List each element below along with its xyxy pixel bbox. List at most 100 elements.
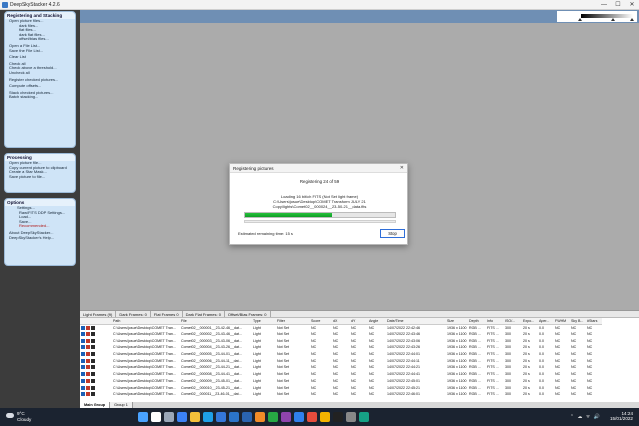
table-row[interactable]: C:\Users\josue\Desktop\COMET Tran... Come… <box>80 351 602 358</box>
maximize-button[interactable]: ☐ <box>611 0 625 10</box>
table-cell: 14/07/2022 22:43:06 <box>387 338 420 343</box>
stop-button[interactable]: Stop <box>380 229 405 238</box>
table-cell: NC <box>333 392 339 397</box>
table-cell: Comet02__000005__23-44-01__dat... <box>181 352 242 357</box>
row-check-cell[interactable] <box>80 344 112 351</box>
black-point-marker[interactable] <box>578 18 582 21</box>
app-window: DeepSkyStacker 4.2.6 — ☐ ✕ Registering a… <box>0 0 639 408</box>
table-cell: NC <box>571 385 577 390</box>
app-blue-icon[interactable] <box>294 412 304 422</box>
dialog-close-icon[interactable]: ✕ <box>400 165 404 171</box>
frame-type-icon <box>86 338 90 343</box>
registering-item-batch-stacking[interactable]: Batch stacking... <box>5 95 75 100</box>
frame-tab-1[interactable]: Dark Frames: 0 <box>116 311 151 317</box>
row-check-cell[interactable] <box>80 364 112 371</box>
row-check-cell[interactable] <box>80 384 112 391</box>
task-view-icon[interactable] <box>164 412 174 422</box>
histogram-adjuster[interactable] <box>557 11 637 22</box>
chrome-icon[interactable] <box>320 412 330 422</box>
mid-point-marker[interactable] <box>611 18 615 21</box>
table-row[interactable]: C:\Users\josue\Desktop\COMET Tran... Come… <box>80 357 602 364</box>
table-cell: C:\Users\josue\Desktop\COMET Tran... <box>113 345 176 350</box>
frame-tab-0[interactable]: Light Frames (9) <box>80 311 117 317</box>
app-orange-icon[interactable] <box>255 412 265 422</box>
app-black-icon[interactable] <box>333 412 343 422</box>
mail-icon[interactable] <box>229 412 239 422</box>
clock[interactable]: 14:24 15/01/2022 <box>610 411 633 421</box>
table-row[interactable]: C:\Users\josue\Desktop\COMET Tran... Come… <box>80 364 602 371</box>
options-item-deepskystacker-s-help[interactable]: DeepSkyStacker's Help... <box>5 235 75 241</box>
system-tray-icons[interactable]: ⌃ ☁ ᯤ 🔊 <box>570 414 601 420</box>
row-check-cell[interactable] <box>80 331 112 338</box>
checkbox-icon[interactable] <box>81 365 85 370</box>
table-row[interactable]: C:\Users\josue\Desktop\COMET Tran... Come… <box>80 384 602 391</box>
checkbox-icon[interactable] <box>81 332 85 337</box>
frame-type-icon <box>86 385 90 390</box>
minimize-button[interactable]: — <box>597 0 611 10</box>
frame-tab-4[interactable]: Offset/Bias Frames: 0 <box>225 311 271 317</box>
image-canvas[interactable] <box>80 10 639 310</box>
app-teal-icon[interactable] <box>359 412 369 422</box>
checkbox-icon[interactable] <box>81 345 85 350</box>
row-check-cell[interactable] <box>80 357 112 364</box>
checkbox-icon[interactable] <box>81 352 85 357</box>
table-row[interactable]: C:\Users\josue\Desktop\COMET Tran... Come… <box>80 344 602 351</box>
table-cell: NC <box>571 378 577 383</box>
table-row[interactable]: C:\Users\josue\Desktop\COMET Tran... Come… <box>80 324 602 331</box>
table-row[interactable]: C:\Users\josue\Desktop\COMET Tran... Come… <box>80 378 602 385</box>
store-icon[interactable] <box>216 412 226 422</box>
table-cell: Not Set <box>277 332 289 337</box>
table-cell: NC <box>571 332 577 337</box>
frames-table: Path File Type Filter Score dX dY Angle Date/Tim… <box>80 318 639 402</box>
frame-tab-2[interactable]: Flat Frames 0 <box>151 311 183 317</box>
table-cell: Comet02__000003__23-43-06__dat... <box>181 338 242 343</box>
checkbox-icon[interactable] <box>81 358 85 363</box>
table-cell: FITS ... <box>487 345 499 350</box>
row-check-cell[interactable] <box>80 337 112 344</box>
table-cell: C:\Users\josue\Desktop\COMET Tran... <box>113 392 176 397</box>
frame-type-icon <box>91 352 95 357</box>
checkbox-icon[interactable] <box>81 392 85 397</box>
table-cell: RGB ... <box>469 338 481 343</box>
table-cell: Comet02__000007__23-44-21__dat... <box>181 365 242 370</box>
checkbox-icon[interactable] <box>81 378 85 383</box>
frame-type-icon <box>91 372 95 377</box>
checkbox-icon[interactable] <box>81 372 85 377</box>
table-row[interactable]: C:\Users\josue\Desktop\COMET Tran... Come… <box>80 331 602 338</box>
row-check-cell[interactable] <box>80 324 112 331</box>
table-cell: RGB ... <box>469 372 481 377</box>
table-row[interactable]: C:\Users\josue\Desktop\COMET Tran... Come… <box>80 371 602 378</box>
row-check-cell[interactable] <box>80 378 112 385</box>
taskbar: 9°C Cloudy ⌃ ☁ ᯤ 🔊 14:24 15/01/2022 <box>0 408 639 426</box>
processing-panel: Processing Open picture file... Copy curr… <box>4 153 76 193</box>
widgets-icon[interactable] <box>177 412 187 422</box>
table-cell: 0.0 <box>539 358 544 363</box>
explorer-icon[interactable] <box>190 412 200 422</box>
search-icon[interactable] <box>151 412 161 422</box>
white-point-marker[interactable] <box>630 18 634 21</box>
frame-type-icon <box>86 325 90 330</box>
processing-item-save-picture-to-file[interactable]: Save picture to file... <box>5 174 75 180</box>
row-check-cell[interactable] <box>80 391 112 398</box>
app-purple-icon[interactable] <box>281 412 291 422</box>
table-cell: NC <box>333 332 339 337</box>
table-cell: RGB ... <box>469 345 481 350</box>
row-check-cell[interactable] <box>80 351 112 358</box>
frame-tab-3[interactable]: Dark Flat Frames: 0 <box>183 311 225 317</box>
start-icon[interactable] <box>138 412 148 422</box>
table-cell: NC <box>571 365 577 370</box>
checkbox-icon[interactable] <box>81 385 85 390</box>
app-gray-icon[interactable] <box>346 412 356 422</box>
progress-fill <box>245 213 332 217</box>
checkbox-icon[interactable] <box>81 338 85 343</box>
table-row[interactable]: C:\Users\josue\Desktop\COMET Tran... Come… <box>80 391 602 398</box>
checkbox-icon[interactable] <box>81 325 85 330</box>
table-row[interactable]: C:\Users\josue\Desktop\COMET Tran... Come… <box>80 337 602 344</box>
app-green-icon[interactable] <box>268 412 278 422</box>
table-cell: Not Set <box>277 352 289 357</box>
security-icon[interactable] <box>242 412 252 422</box>
row-check-cell[interactable] <box>80 371 112 378</box>
close-window-button[interactable]: ✕ <box>625 0 639 10</box>
edge-icon[interactable] <box>203 412 213 422</box>
app-red-icon[interactable] <box>307 412 317 422</box>
